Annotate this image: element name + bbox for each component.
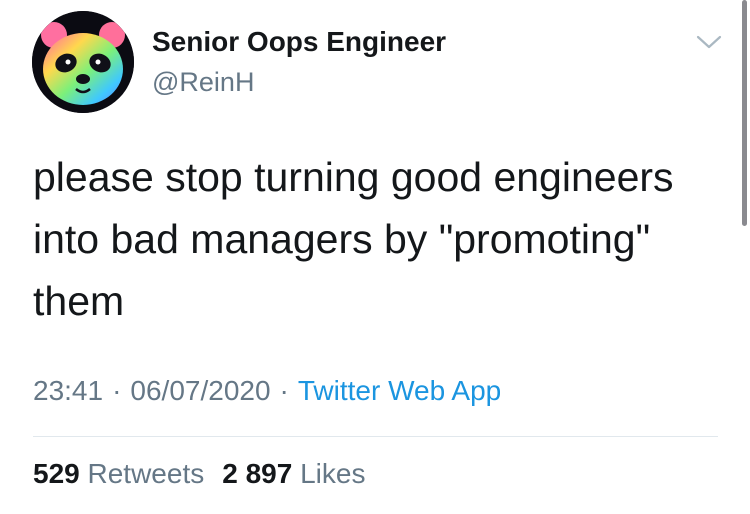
chevron-down-icon[interactable] <box>694 32 724 52</box>
tweet-meta: 23:41 · 06/07/2020 · Twitter Web App <box>33 375 501 407</box>
tweet-text: please stop turning good engineers into … <box>33 154 674 324</box>
tweet-stats: 529 Retweets 2 897 Likes <box>33 458 365 490</box>
likes-stat[interactable]: 2 897 Likes <box>222 458 365 490</box>
user-handle[interactable]: @ReinH <box>152 67 254 98</box>
retweets-count: 529 <box>33 458 80 489</box>
avatar[interactable] <box>32 11 134 113</box>
likes-count: 2 897 <box>222 458 293 489</box>
tweet-time[interactable]: 23:41 <box>33 375 103 406</box>
retweets-label: Retweets <box>87 458 205 489</box>
tweet-date[interactable]: 06/07/2020 <box>130 375 270 406</box>
display-name[interactable]: Senior Oops Engineer <box>152 26 446 58</box>
panda-avatar-icon <box>32 11 134 113</box>
meta-separator: · <box>112 375 122 406</box>
meta-separator: · <box>279 375 289 406</box>
divider <box>33 436 718 437</box>
scrollbar[interactable] <box>742 0 747 226</box>
tweet-source-link[interactable]: Twitter Web App <box>298 375 501 406</box>
likes-label: Likes <box>300 458 366 489</box>
tweet-card: Senior Oops Engineer @ReinH please stop … <box>0 0 750 514</box>
retweets-stat[interactable]: 529 Retweets <box>33 458 204 490</box>
